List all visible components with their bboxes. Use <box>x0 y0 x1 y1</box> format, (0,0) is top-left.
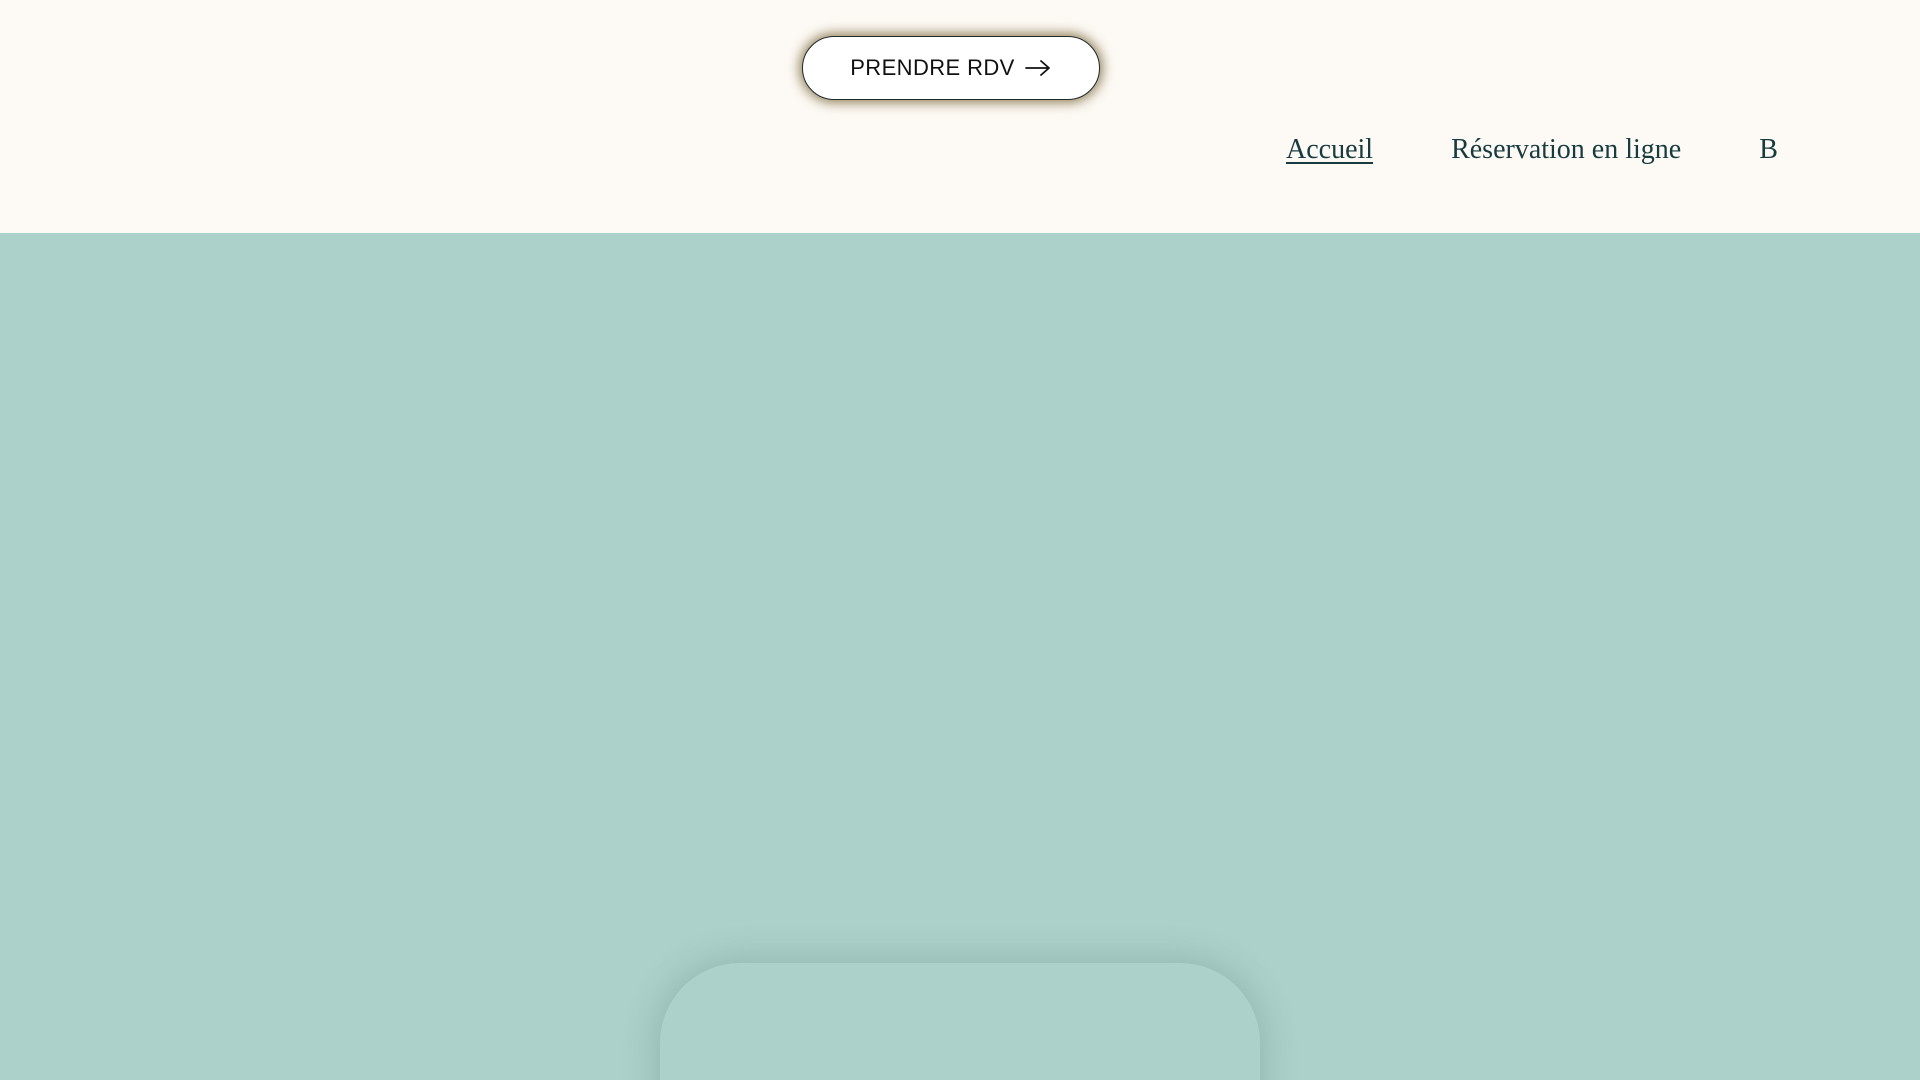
hero-content-card <box>660 963 1260 1080</box>
nav-link-accueil[interactable]: Accueil <box>1286 126 1373 174</box>
nav-list: Accueil Réservation en ligne Blog <box>1286 126 1778 174</box>
site-header: PRENDRE RDV Accueil Réservation en ligne… <box>0 0 1920 233</box>
book-appointment-label: PRENDRE RDV <box>850 55 1015 80</box>
nav-link-blog[interactable]: Blog <box>1759 126 1778 174</box>
arrow-right-icon <box>1024 60 1050 76</box>
page: PRENDRE RDV Accueil Réservation en ligne… <box>0 0 1920 1080</box>
nav-link-reservation-en-ligne[interactable]: Réservation en ligne <box>1451 126 1681 174</box>
hero-section <box>0 233 1920 1080</box>
main-navigation: Accueil Réservation en ligne Blog <box>1270 126 1778 174</box>
book-appointment-button[interactable]: PRENDRE RDV <box>802 36 1100 100</box>
